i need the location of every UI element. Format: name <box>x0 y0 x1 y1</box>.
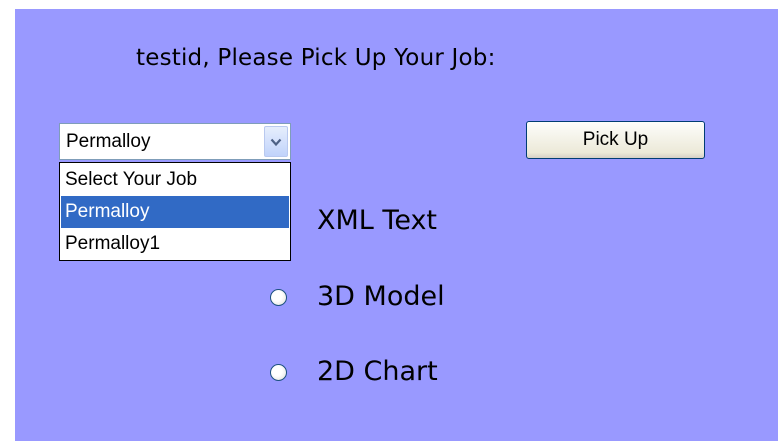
radio-button[interactable] <box>270 289 287 306</box>
page-title: testid, Please Pick Up Your Job: <box>136 45 496 71</box>
job-option-permalloy1[interactable]: Permalloy1 <box>61 228 289 260</box>
radio-button[interactable] <box>270 364 287 381</box>
job-select[interactable]: Permalloy <box>59 123 291 160</box>
job-option-select-your-job[interactable]: Select Your Job <box>61 164 289 196</box>
job-option-permalloy[interactable]: Permalloy <box>61 196 289 228</box>
job-select-value: Permalloy <box>66 131 151 152</box>
radio-label: XML Text <box>317 205 438 236</box>
select-dropdown-button[interactable] <box>264 126 288 157</box>
job-dropdown-list: Select Your Job Permalloy Permalloy1 <box>59 162 291 261</box>
radio-label: 2D Chart <box>317 356 438 387</box>
radio-label: 3D Model <box>317 281 445 312</box>
pick-up-button[interactable]: Pick Up <box>526 121 705 159</box>
page: testid, Please Pick Up Your Job: XML Tex… <box>0 0 778 441</box>
chevron-down-icon <box>270 138 282 147</box>
